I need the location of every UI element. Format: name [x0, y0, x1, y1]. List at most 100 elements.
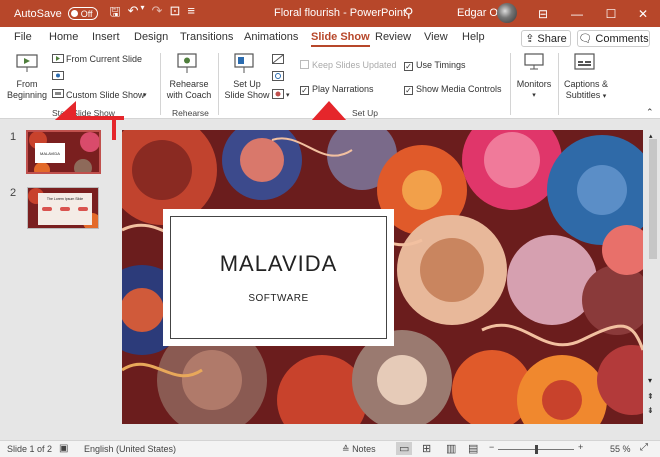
- tab-home[interactable]: Home: [49, 31, 78, 43]
- language-status[interactable]: English (United States): [84, 444, 176, 454]
- slide-number: 1: [10, 131, 17, 143]
- rehearse-line1: Rehearse: [169, 79, 209, 89]
- share-icon: ⇪: [525, 33, 535, 45]
- captions-line1: Captions &: [563, 79, 609, 89]
- close-icon[interactable]: ✕: [626, 0, 660, 27]
- title-placeholder[interactable]: MALAVIDA SOFTWARE: [163, 209, 394, 346]
- ribbon: From Beginning From Current Slide Custom…: [0, 49, 660, 169]
- captions-subtitles-button[interactable]: Captions & Subtitles ▾: [560, 79, 612, 102]
- ribbon-separator: [160, 53, 161, 115]
- comments-button[interactable]: 🗨 Comments: [577, 30, 650, 47]
- slide-thumbnail-1[interactable]: MALAVIDA: [26, 130, 101, 174]
- next-slide-icon[interactable]: ⇟: [647, 406, 654, 415]
- search-icon[interactable]: ⚲: [404, 5, 414, 21]
- tab-insert[interactable]: Insert: [92, 31, 120, 43]
- hide-slide-icon[interactable]: [272, 54, 284, 65]
- from-beginning-line2: Beginning: [6, 90, 48, 100]
- from-beginning-line1: From: [16, 79, 38, 89]
- record-dropdown-icon[interactable]: ▾: [286, 90, 290, 101]
- fit-to-window-icon[interactable]: ⤢: [640, 442, 648, 453]
- title-bar: AutoSave Off 🖫 ↶ ▾ ↷ ⊡ ≡ Floral flourish…: [0, 0, 660, 27]
- tab-animations[interactable]: Animations: [244, 31, 298, 43]
- setup-slide-show-button[interactable]: Set Up Slide Show: [222, 79, 272, 101]
- tab-transitions[interactable]: Transitions: [180, 31, 233, 43]
- previous-slide-icon[interactable]: ⇞: [647, 392, 654, 401]
- slide-subtitle[interactable]: SOFTWARE: [248, 293, 308, 304]
- from-current-button[interactable]: From Current Slide: [66, 54, 142, 65]
- scroll-thumb[interactable]: [649, 139, 657, 259]
- current-slide[interactable]: MALAVIDA SOFTWARE: [122, 130, 643, 424]
- scroll-down-icon[interactable]: ▾: [648, 376, 652, 385]
- thumb-title: MALAVIDA: [40, 150, 60, 156]
- keep-updated-label: Keep Slides Updated: [312, 60, 397, 70]
- from-beginning-button[interactable]: From Beginning: [5, 79, 49, 101]
- rehearse-line2: with Coach: [166, 90, 212, 100]
- normal-view-icon[interactable]: ▭: [396, 442, 413, 455]
- slide-sorter-icon[interactable]: ⊞: [422, 442, 431, 455]
- zoom-level[interactable]: 55 %: [610, 444, 631, 454]
- from-beginning-icon: [16, 54, 38, 72]
- minimize-icon[interactable]: —: [560, 0, 594, 27]
- custom-slide-show-button[interactable]: Custom Slide Show: [66, 90, 145, 101]
- notes-icon: ≙: [342, 444, 350, 454]
- status-bar: Slide 1 of 2 ▣ English (United States) ≙…: [0, 440, 660, 457]
- maximize-icon[interactable]: ☐: [594, 0, 628, 27]
- show-media-controls-checkbox[interactable]: ✓ Show Media Controls: [404, 84, 502, 95]
- rehearse-timings-icon[interactable]: [272, 71, 284, 82]
- notes-button[interactable]: ≙ Notes: [342, 444, 376, 455]
- checkmark-icon: ✓: [404, 62, 413, 71]
- title-frame: MALAVIDA SOFTWARE: [170, 216, 387, 339]
- tab-slide-show[interactable]: Slide Show: [311, 31, 370, 47]
- rehearse-coach-icon: [177, 53, 197, 73]
- tab-view[interactable]: View: [424, 31, 448, 43]
- zoom-in-icon[interactable]: +: [578, 442, 583, 452]
- customize-qat-icon[interactable]: ≡: [187, 3, 195, 25]
- thumb-title-box: MALAVIDA: [35, 143, 65, 163]
- monitors-dropdown-icon: ▾: [532, 92, 536, 99]
- undo-dropdown-icon[interactable]: ▾: [141, 3, 145, 25]
- save-icon[interactable]: 🖫: [110, 3, 121, 25]
- reading-view-icon[interactable]: ▥: [446, 442, 456, 455]
- share-button[interactable]: ⇪ Share: [521, 30, 571, 47]
- record-slide-show-icon[interactable]: [272, 89, 284, 100]
- slide-thumbnail-2[interactable]: The Lorem Ipsum Slide: [27, 187, 99, 229]
- collapse-ribbon-icon[interactable]: ⌃: [646, 107, 654, 118]
- thumb-shape: [60, 207, 70, 211]
- avatar[interactable]: [497, 3, 517, 23]
- custom-dropdown-icon[interactable]: ▾: [143, 90, 147, 101]
- use-timings-checkbox[interactable]: ✓ Use Timings: [404, 60, 466, 71]
- rehearse-with-coach-button[interactable]: Rehearse with Coach: [164, 79, 214, 101]
- monitor-icon: [524, 53, 544, 70]
- ribbon-separator: [218, 53, 219, 115]
- zoom-out-icon[interactable]: −: [489, 442, 494, 452]
- thumb-shapes: [38, 207, 92, 211]
- use-timings-label: Use Timings: [416, 60, 466, 70]
- tab-file[interactable]: File: [14, 31, 32, 43]
- thumb-content-box: The Lorem Ipsum Slide: [38, 193, 92, 225]
- redo-icon[interactable]: ↷: [152, 3, 163, 25]
- tab-review[interactable]: Review: [375, 31, 411, 43]
- play-narrations-checkbox[interactable]: ✓ Play Narrations: [300, 84, 374, 95]
- monitors-button[interactable]: Monitors ▾: [512, 79, 556, 101]
- setup-slide-show-icon: [234, 53, 254, 73]
- tab-help[interactable]: Help: [462, 31, 485, 43]
- slide-counter: Slide 1 of 2: [7, 444, 53, 454]
- autosave-label: AutoSave: [14, 7, 62, 20]
- undo-icon[interactable]: ↶: [128, 3, 139, 25]
- thumb-title: The Lorem Ipsum Slide: [46, 197, 84, 201]
- autosave-state: Off: [80, 8, 93, 19]
- play-narrations-label: Play Narrations: [312, 84, 374, 94]
- slide-show-view-icon[interactable]: ▤: [468, 442, 478, 455]
- vertical-scrollbar[interactable]: ▴ ▾ ⇞ ⇟: [646, 130, 660, 424]
- slide-number: 2: [10, 187, 17, 199]
- thumb-shape: [42, 207, 52, 211]
- tab-design[interactable]: Design: [134, 31, 168, 43]
- zoom-slider-thumb[interactable]: [535, 445, 538, 454]
- present-icon[interactable]: ⊡: [169, 3, 180, 25]
- autosave-toggle[interactable]: Off: [67, 7, 98, 20]
- show-media-controls-label: Show Media Controls: [416, 84, 502, 94]
- checkmark-icon: ✓: [300, 86, 309, 95]
- slide-title[interactable]: MALAVIDA: [220, 251, 338, 277]
- accessibility-icon[interactable]: ▣: [59, 443, 68, 454]
- ribbon-display-icon[interactable]: ⊟: [526, 0, 560, 27]
